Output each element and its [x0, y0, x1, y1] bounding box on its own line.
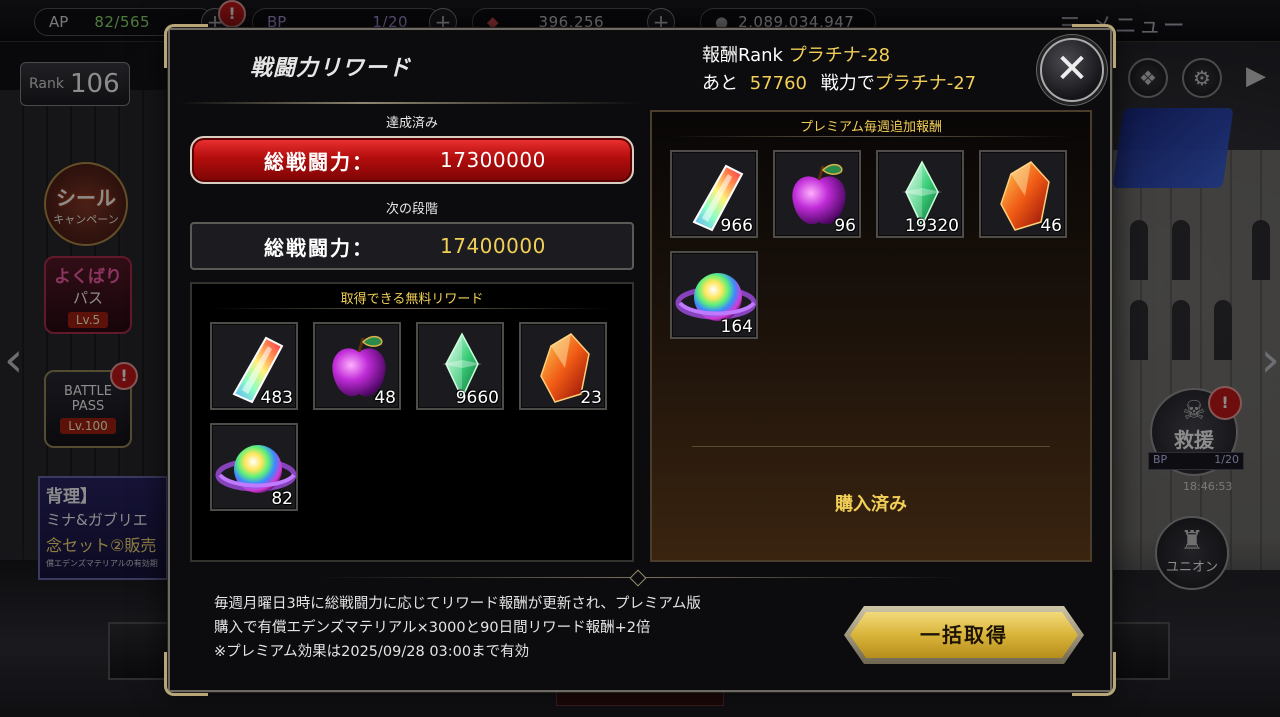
item-quantity: 483 [260, 388, 293, 408]
premium-reward-header: プレミアム毎週追加報酬 [799, 120, 943, 135]
premium-reward-panel: プレミアム毎週追加報酬 966 96 19320 46 164 購入済み [650, 110, 1092, 562]
power-reward-modal: 戦闘力リワード 報酬Rank プラチナ-28 あと 57760 戦力でプラチナ-… [164, 24, 1116, 696]
header-divider [672, 136, 1070, 137]
next-stage-label: 次の段階 [385, 202, 438, 217]
reward-rank-value: プラチナ-28 [788, 45, 891, 66]
next-power-value: 17400000 [440, 234, 546, 258]
notice-line1: 毎週月曜日3時に総戦闘力に応じてリワード報酬が更新され、プレミアム版 [214, 596, 701, 612]
item-quantity: 48 [374, 388, 396, 408]
item-quantity: 966 [720, 216, 753, 236]
achieved-power-value: 17300000 [440, 148, 546, 172]
premium-reward-item[interactable]: 164 [670, 251, 758, 339]
frame-ornament [164, 652, 208, 696]
premium-reward-item[interactable]: 46 [979, 150, 1067, 238]
frame-ornament [164, 24, 208, 68]
item-quantity: 19320 [904, 216, 959, 236]
next-power-key: 総戦闘力： [264, 235, 374, 260]
free-reward-item[interactable]: 483 [210, 322, 298, 410]
premium-reward-item[interactable]: 966 [670, 150, 758, 238]
bottom-divider [320, 569, 960, 587]
remaining-mid: 戦力で [820, 73, 875, 94]
item-quantity: 46 [1040, 216, 1062, 236]
notice-line3: ※プレミアム効果は2025/09/28 03:00まで有効 [214, 644, 530, 660]
reward-rank-info: 報酬Rank プラチナ-28 あと 57760 戦力でプラチナ-27 [702, 42, 976, 98]
premium-reward-item[interactable]: 96 [773, 150, 861, 238]
achieved-power-key: 総戦闘力： [264, 149, 374, 174]
free-reward-item[interactable]: 9660 [416, 322, 504, 410]
purchased-label: 購入済み [835, 494, 907, 515]
next-rank-value: プラチナ-27 [874, 73, 977, 94]
item-quantity: 96 [834, 216, 856, 236]
item-quantity: 82 [271, 489, 293, 509]
free-reward-header: 取得できる無料リワード [340, 292, 484, 307]
premium-divider [692, 446, 1050, 447]
reward-notice: 毎週月曜日3時に総戦闘力に応じてリワード報酬が更新され、プレミアム版 購入で有償… [214, 592, 701, 664]
achieved-power-bar: 総戦闘力： 17300000 [190, 136, 634, 184]
frame-ornament [1072, 652, 1116, 696]
claim-all-button[interactable]: 一括取得 [850, 612, 1078, 658]
notice-line2: 購入で有償エデンズマテリアル×3000と90日間リワード報酬+2倍 [214, 620, 651, 636]
close-icon: ✕ [1055, 46, 1089, 92]
premium-reward-item[interactable]: 19320 [876, 150, 964, 238]
remaining-prefix: あと [702, 73, 738, 94]
achieved-label: 達成済み [385, 116, 438, 131]
item-quantity: 164 [720, 317, 753, 337]
free-reward-item[interactable]: 82 [210, 423, 298, 511]
item-quantity: 23 [580, 388, 602, 408]
item-quantity: 9660 [455, 388, 499, 408]
close-button[interactable]: ✕ [1040, 38, 1104, 102]
remaining-power-value: 57760 [749, 73, 807, 94]
title-divider [180, 102, 640, 104]
free-reward-item[interactable]: 48 [313, 322, 401, 410]
free-reward-item[interactable]: 23 [519, 322, 607, 410]
next-stage-power-bar: 総戦闘力： 17400000 [190, 222, 634, 270]
free-reward-panel: 取得できる無料リワード 483 48 9660 23 82 [190, 282, 634, 562]
reward-rank-label: 報酬Rank [702, 45, 783, 66]
header-divider [212, 308, 612, 309]
modal-title: 戦闘力リワード [250, 56, 412, 81]
